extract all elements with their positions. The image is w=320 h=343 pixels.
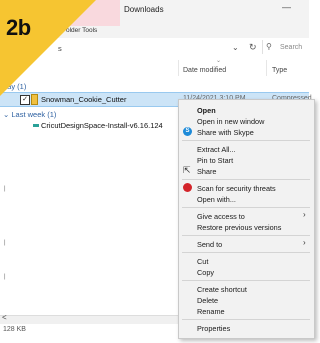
submenu-arrow-icon: › xyxy=(303,238,306,247)
menu-item-open-with[interactable]: Open with... xyxy=(197,195,236,204)
search-placeholder[interactable]: Search xyxy=(280,44,302,51)
menu-item-scan-threats[interactable]: Scan for security threats xyxy=(197,184,276,193)
minimize-button[interactable]: — xyxy=(282,2,291,12)
menu-separator xyxy=(182,319,310,320)
scroll-tick: | xyxy=(4,240,6,246)
scroll-left-icon[interactable]: < xyxy=(2,313,7,322)
group-header-label: Last week (1) xyxy=(11,110,57,119)
group-header-last-week[interactable]: ⌄ Last week (1) xyxy=(3,110,56,119)
shield-icon xyxy=(183,183,192,192)
menu-item-give-access[interactable]: Give access to xyxy=(197,212,245,221)
column-separator[interactable] xyxy=(266,60,267,76)
status-size: 128 KB xyxy=(3,326,26,333)
menu-item-open[interactable]: Open xyxy=(197,106,216,115)
column-separator[interactable] xyxy=(178,60,179,76)
menu-separator xyxy=(182,207,310,208)
checkbox[interactable]: ✓ xyxy=(20,95,30,105)
menu-item-create-shortcut[interactable]: Create shortcut xyxy=(197,285,247,294)
file-name[interactable]: CricutDesignSpace-Install-v6.16.124 xyxy=(41,121,163,130)
menu-separator xyxy=(182,179,310,180)
chevron-down-icon[interactable]: ⌄ xyxy=(232,43,239,52)
submenu-arrow-icon: › xyxy=(303,210,306,219)
column-header-date[interactable]: Date modified xyxy=(183,67,226,74)
menu-item-delete[interactable]: Delete xyxy=(197,296,218,305)
menu-item-share-skype[interactable]: Share with Skype xyxy=(197,128,254,137)
window-title: Downloads xyxy=(124,5,164,14)
column-header-type[interactable]: Type xyxy=(272,67,287,74)
horizontal-scrollbar[interactable] xyxy=(0,315,178,324)
menu-item-share[interactable]: Share xyxy=(197,167,216,176)
file-name[interactable]: Snowman_Cookie_Cutter xyxy=(41,95,126,104)
menu-item-cut[interactable]: Cut xyxy=(197,257,208,266)
menu-item-send-to[interactable]: Send to xyxy=(197,240,222,249)
share-icon: ⇱ xyxy=(183,165,191,175)
skype-icon: S xyxy=(183,127,192,136)
scroll-tick: | xyxy=(4,186,6,192)
menu-separator xyxy=(182,140,310,141)
menu-item-extract-all[interactable]: Extract All... xyxy=(197,145,236,154)
menu-item-properties[interactable]: Properties xyxy=(197,324,230,333)
search-icon: ⚲ xyxy=(266,42,272,51)
refresh-icon[interactable]: ↻ xyxy=(249,42,257,53)
menu-item-rename[interactable]: Rename xyxy=(197,307,225,316)
menu-item-copy[interactable]: Copy xyxy=(197,268,214,277)
menu-item-pin-start[interactable]: Pin to Start xyxy=(197,156,233,165)
installer-icon xyxy=(33,124,39,127)
step-badge-label: 2b xyxy=(6,15,31,40)
scroll-tick: | xyxy=(4,274,6,280)
menu-separator xyxy=(182,280,310,281)
menu-separator xyxy=(182,235,310,236)
menu-item-restore-versions[interactable]: Restore previous versions xyxy=(197,223,281,232)
sort-caret-icon: ⌄ xyxy=(216,58,222,64)
menu-item-open-new-window[interactable]: Open in new window xyxy=(197,117,264,126)
menu-separator xyxy=(182,252,310,253)
